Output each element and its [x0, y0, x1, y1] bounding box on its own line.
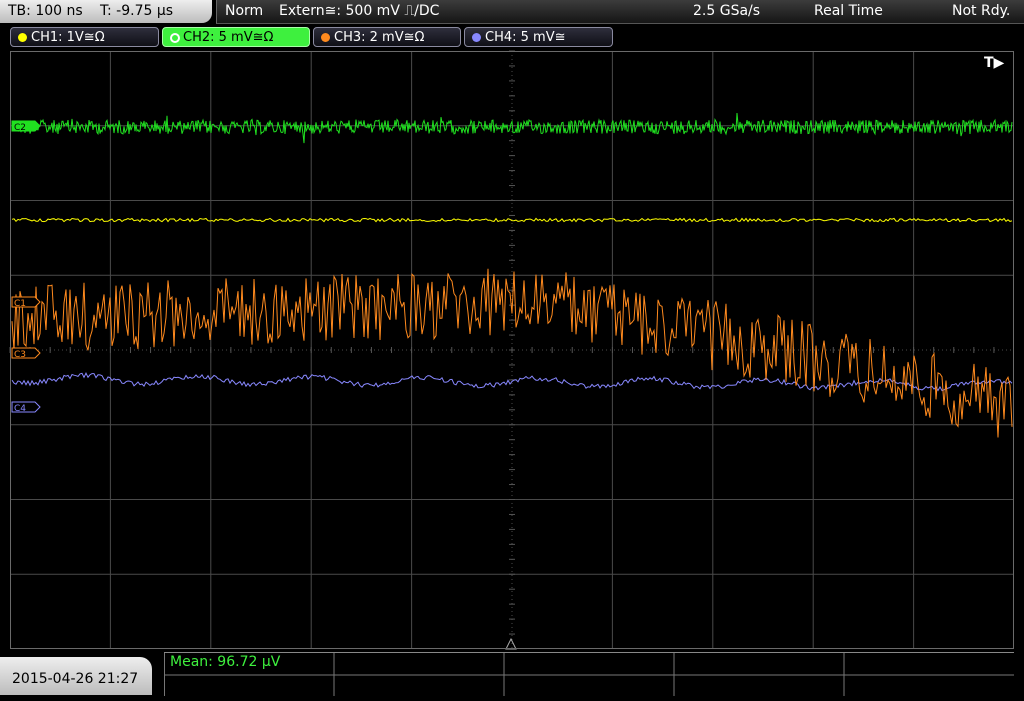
sample-rate: 2.5 GSa/s — [693, 3, 761, 19]
acquisition-mode: Real Time — [814, 3, 883, 19]
plot-frame — [10, 51, 1014, 649]
trigger-source: Extern≅: 500 mV ⎍/DC — [279, 3, 440, 19]
tab-ch4-label: CH4: 5 mV≅ — [485, 30, 566, 45]
tab-ch1[interactable]: CH1: 1V≅Ω — [10, 27, 159, 47]
timebase-box[interactable]: TB: 100 ns T: -9.75 µs — [0, 0, 212, 23]
datetime-readout: 2015-04-26 21:27 — [12, 671, 139, 687]
datetime-box: 2015-04-26 21:27 — [0, 657, 152, 695]
tab-ch3[interactable]: CH3: 2 mV≅Ω — [313, 27, 461, 47]
tab-ch3-label: CH3: 2 mV≅Ω — [334, 30, 425, 45]
channel-dot-icon — [321, 33, 330, 42]
measurement-bar[interactable] — [164, 652, 1014, 696]
trigger-mode: Norm — [225, 3, 264, 19]
trigger-status-panel[interactable]: Norm Extern≅: 500 mV ⎍/DC 2.5 GSa/s Real… — [216, 0, 1024, 24]
tab-ch2-label: CH2: 5 mV≅Ω — [183, 30, 274, 45]
status-bar: TB: 100 ns T: -9.75 µs Norm Extern≅: 500… — [0, 0, 1024, 24]
tab-ch4[interactable]: CH4: 5 mV≅ — [464, 27, 613, 47]
channel-dot-icon — [472, 33, 481, 42]
tab-ch1-label: CH1: 1V≅Ω — [31, 30, 105, 45]
tab-ch2[interactable]: CH2: 5 mV≅Ω — [162, 27, 310, 47]
trigger-time-readout: T: -9.75 µs — [100, 3, 174, 19]
channel-dot-icon — [170, 33, 180, 43]
channel-dot-icon — [18, 33, 27, 42]
mean-measurement[interactable]: Mean: 96.72 µV — [170, 654, 280, 670]
timebase-readout: TB: 100 ns — [8, 3, 83, 19]
trigger-status: Not Rdy. — [952, 3, 1011, 19]
